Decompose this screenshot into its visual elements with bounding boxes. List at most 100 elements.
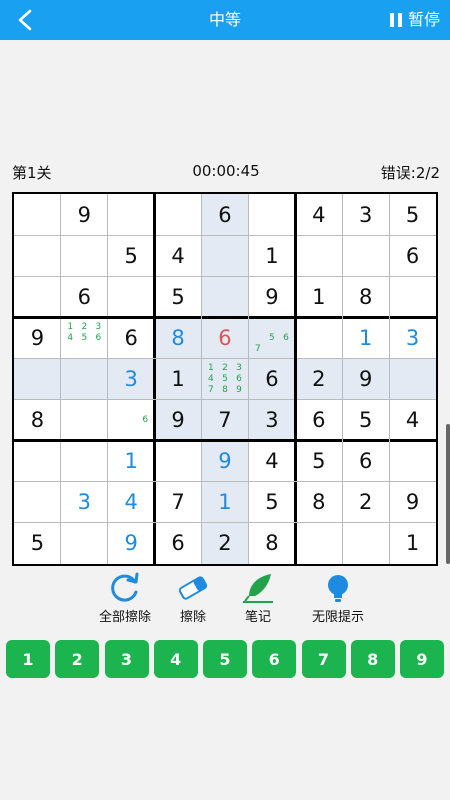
cell-r8c5[interactable]: 1: [201, 481, 249, 523]
cell-r1c7[interactable]: 4: [295, 194, 342, 235]
cell-r2c2[interactable]: [61, 235, 108, 276]
cell-r4c9[interactable]: 3: [389, 317, 436, 358]
cell-r9c9[interactable]: 1: [389, 523, 436, 564]
number-button-1[interactable]: 1: [6, 640, 50, 678]
cell-r9c6[interactable]: 8: [248, 523, 295, 564]
cell-r1c5[interactable]: 6: [201, 194, 249, 236]
number-button-4[interactable]: 4: [153, 640, 198, 678]
cell-r9c2[interactable]: [61, 523, 108, 564]
cell-r2c9[interactable]: 6: [389, 235, 436, 276]
number-button-7[interactable]: 7: [301, 640, 346, 678]
cell-r7c1[interactable]: [14, 441, 61, 482]
cell-r5c1[interactable]: [14, 358, 61, 400]
cell-r1c6[interactable]: [248, 194, 295, 235]
number-button-6[interactable]: 6: [252, 640, 297, 678]
cell-r4c2[interactable]: 123 456: [61, 317, 108, 358]
cell-r1c3[interactable]: [108, 194, 155, 235]
cell-r7c3[interactable]: 1: [108, 441, 155, 482]
cell-r8c2[interactable]: 3: [61, 482, 108, 523]
cell-r6c2[interactable]: [61, 400, 108, 441]
cell-value: 8: [171, 325, 185, 350]
cell-r5c7[interactable]: 2: [295, 358, 343, 400]
cell-r9c3[interactable]: 9: [108, 523, 155, 564]
cell-r5c9[interactable]: [389, 358, 436, 400]
cell-r3c4[interactable]: 5: [155, 276, 202, 317]
cell-r3c2[interactable]: 6: [61, 276, 108, 317]
number-button-9[interactable]: 9: [400, 640, 444, 678]
cell-r7c2[interactable]: [61, 441, 108, 482]
cell-r6c4[interactable]: 9: [154, 399, 202, 441]
cell-r6c3[interactable]: 6: [108, 400, 155, 441]
cell-r3c8[interactable]: 8: [342, 276, 389, 317]
cell-r2c8[interactable]: [342, 235, 389, 276]
cell-r7c6[interactable]: 4: [248, 441, 295, 482]
cell-r3c3[interactable]: [108, 276, 155, 317]
cell-r3c5[interactable]: [201, 276, 249, 318]
cell-r1c1[interactable]: [14, 194, 61, 235]
note-digit: 7: [254, 343, 261, 354]
cell-r1c2[interactable]: 9: [61, 194, 108, 235]
cell-r2c3[interactable]: 5: [108, 235, 155, 276]
hint-button[interactable]: 无限提示: [288, 572, 388, 625]
cell-r3c6[interactable]: 9: [248, 276, 295, 317]
cell-r5c8[interactable]: 9: [342, 358, 390, 400]
cell-r4c3[interactable]: 6: [108, 317, 155, 358]
cell-value: 5: [405, 202, 420, 227]
cell-r2c4[interactable]: 4: [155, 235, 202, 276]
cell-r9c5[interactable]: 2: [201, 522, 249, 564]
cell-r7c8[interactable]: 6: [342, 441, 389, 482]
cell-r4c8[interactable]: 1: [342, 317, 389, 358]
cell-r4c4[interactable]: 8: [154, 317, 202, 359]
cell-r1c8[interactable]: 3: [342, 194, 389, 235]
cell-r2c5[interactable]: [201, 235, 249, 277]
note-digit: 3: [95, 321, 102, 332]
cell-r1c4[interactable]: [155, 194, 202, 235]
number-button-2[interactable]: 2: [55, 640, 100, 678]
cell-r5c2[interactable]: [60, 358, 108, 400]
cell-r4c6[interactable]: 56 7: [248, 317, 296, 359]
cell-r5c5[interactable]: 123 456 789: [201, 358, 249, 400]
cell-r5c3[interactable]: 3: [107, 358, 155, 400]
cell-r5c6[interactable]: 6: [248, 358, 296, 400]
cell-r4c5[interactable]: 6: [201, 317, 249, 359]
cell-r7c9[interactable]: [389, 441, 436, 482]
cell-r9c1[interactable]: 5: [14, 523, 61, 564]
cell-r9c8[interactable]: [342, 523, 389, 564]
cell-r3c1[interactable]: [14, 276, 61, 317]
cell-r2c7[interactable]: [295, 235, 342, 276]
cell-r6c1[interactable]: 8: [14, 400, 61, 441]
cell-r6c9[interactable]: 4: [389, 400, 436, 441]
cell-value: 6: [312, 408, 326, 433]
cell-r2c1[interactable]: [14, 235, 61, 276]
cell-r5c4[interactable]: 1: [154, 358, 202, 400]
cell-r3c7[interactable]: 1: [295, 276, 342, 317]
cell-r6c7[interactable]: 6: [295, 400, 342, 441]
cell-value: 9: [405, 490, 420, 515]
cell-r8c6[interactable]: 5: [248, 482, 295, 523]
pause-button[interactable]: 暂停: [389, 0, 440, 40]
scrollbar-thumb[interactable]: [446, 424, 450, 564]
cell-r6c8[interactable]: 5: [342, 400, 389, 441]
cell-r7c7[interactable]: 5: [295, 441, 342, 482]
cell-r4c1[interactable]: 9: [14, 317, 61, 358]
cell-r4c7[interactable]: [295, 317, 342, 358]
cell-r1c9[interactable]: 5: [389, 194, 436, 235]
cell-r8c8[interactable]: 2: [342, 482, 389, 523]
cell-r8c9[interactable]: 9: [389, 482, 436, 523]
number-button-8[interactable]: 8: [350, 640, 395, 678]
cell-r8c3[interactable]: 4: [108, 482, 155, 523]
cell-r9c7[interactable]: [295, 523, 342, 564]
cell-r8c4[interactable]: 7: [155, 482, 202, 523]
cell-r8c7[interactable]: 8: [295, 482, 342, 523]
cell-r6c5[interactable]: 7: [201, 399, 249, 441]
number-button-3[interactable]: 3: [104, 640, 149, 678]
number-button-5[interactable]: 5: [203, 640, 247, 678]
cell-r7c5[interactable]: 9: [201, 440, 249, 482]
cell-r7c4[interactable]: [155, 441, 202, 482]
cell-r9c4[interactable]: 6: [155, 523, 202, 564]
cell-r8c1[interactable]: [14, 482, 61, 523]
cell-r2c6[interactable]: 1: [248, 235, 295, 276]
cell-r6c6[interactable]: 3: [248, 399, 296, 441]
cell-value: 3: [358, 202, 373, 227]
cell-r3c9[interactable]: [389, 276, 436, 317]
